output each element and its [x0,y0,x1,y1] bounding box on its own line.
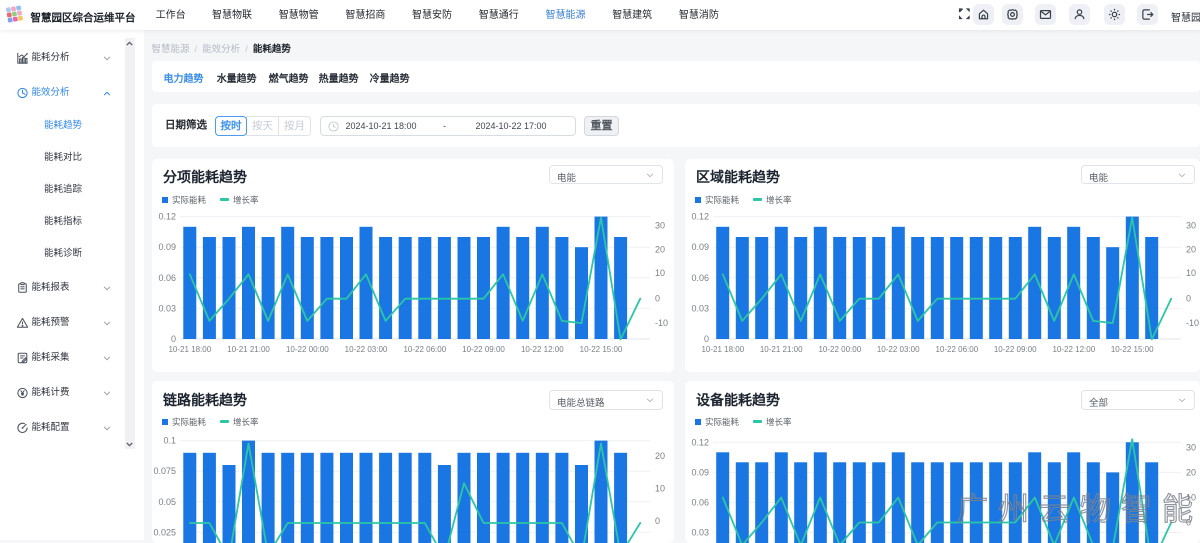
svg-text:10: 10 [655,484,665,494]
svg-text:10-22 09:00: 10-22 09:00 [462,345,505,354]
svg-text:10-22 15:00: 10-22 15:00 [580,345,623,354]
svg-text:0: 0 [171,334,176,344]
svg-text:10-22 09:00: 10-22 09:00 [994,345,1037,354]
svg-text:10-21 18:00: 10-21 18:00 [168,345,211,354]
svg-text:10-22 03:00: 10-22 03:00 [345,345,388,354]
svg-text:10: 10 [1186,268,1196,278]
svg-text:0.06: 0.06 [691,273,709,283]
svg-text:0.03: 0.03 [158,303,176,313]
svg-text:0.09: 0.09 [691,242,709,252]
svg-text:10-22 12:00: 10-22 12:00 [1052,345,1095,354]
svg-text:0: 0 [1186,294,1191,304]
svg-text:0: 0 [704,334,709,344]
svg-text:30: 30 [1186,443,1196,453]
svg-text:10-21 21:00: 10-21 21:00 [227,345,270,354]
svg-text:20: 20 [655,451,665,461]
svg-text:0.03: 0.03 [691,528,709,538]
svg-text:10-21 21:00: 10-21 21:00 [760,345,803,354]
svg-text:10-22 00:00: 10-22 00:00 [818,345,861,354]
svg-text:20: 20 [655,245,665,255]
svg-text:10-22 15:00: 10-22 15:00 [1111,345,1154,354]
svg-text:0.09: 0.09 [158,242,176,252]
svg-text:0.12: 0.12 [691,212,709,222]
svg-text:0.09: 0.09 [691,467,709,477]
svg-text:0.03: 0.03 [691,303,709,313]
svg-text:0.12: 0.12 [691,437,709,447]
svg-text:-10: -10 [655,318,668,328]
svg-text:0.1: 0.1 [163,436,176,446]
svg-text:20: 20 [1186,245,1196,255]
svg-text:0: 0 [655,516,660,526]
svg-text:20: 20 [1186,468,1196,478]
svg-text:0.05: 0.05 [158,497,176,507]
svg-text:0.12: 0.12 [158,212,176,222]
svg-text:-10: -10 [1186,318,1199,328]
svg-text:10-21 18:00: 10-21 18:00 [701,345,744,354]
svg-text:10-22 00:00: 10-22 00:00 [286,345,329,354]
svg-text:0.06: 0.06 [158,273,176,283]
svg-text:10-22 06:00: 10-22 06:00 [935,345,978,354]
svg-text:30: 30 [655,221,665,231]
svg-text:0: 0 [655,294,660,304]
svg-text:30: 30 [1186,221,1196,231]
svg-text:0.06: 0.06 [691,498,709,508]
svg-text:10-22 03:00: 10-22 03:00 [877,345,920,354]
svg-text:10-22 06:00: 10-22 06:00 [403,345,446,354]
svg-text:0.075: 0.075 [153,466,176,476]
svg-text:10-22 12:00: 10-22 12:00 [521,345,564,354]
svg-text:0.025: 0.025 [153,527,176,537]
svg-text:10: 10 [655,268,665,278]
